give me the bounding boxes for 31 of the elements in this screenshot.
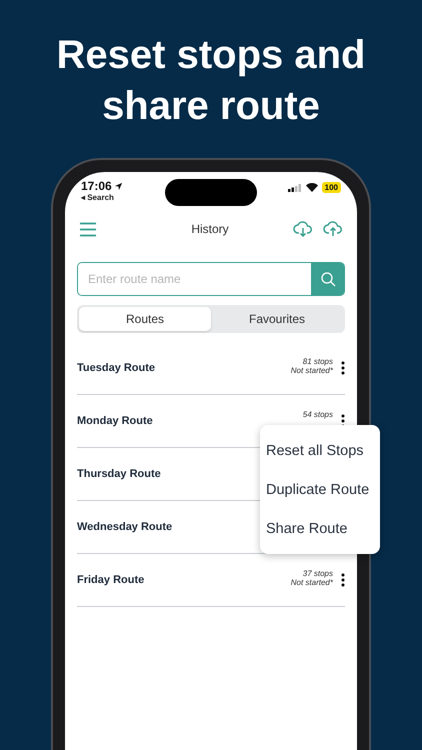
headline: Reset stops and share route (56, 32, 366, 130)
route-name[interactable]: Friday Route (77, 574, 144, 586)
wifi-icon (306, 183, 318, 192)
tab[interactable]: Favourites (211, 307, 343, 331)
search-button[interactable] (311, 263, 344, 295)
route-name[interactable]: Wednesday Route (77, 521, 172, 533)
battery-level: 100 (322, 182, 341, 193)
screen-title: History (191, 222, 229, 236)
menu-icon[interactable] (79, 222, 97, 236)
search-icon (320, 271, 336, 287)
route-status: Not started* (290, 366, 333, 375)
stop-count: 37 stops (302, 569, 333, 578)
clock-time: 17:06 (81, 179, 112, 193)
cloud-upload-icon[interactable] (323, 221, 343, 237)
stop-count: 81 stops (302, 357, 333, 366)
route-status: Not started* (290, 578, 333, 587)
stop-count: 54 stops (302, 410, 333, 419)
menu-item[interactable]: Reset all Stops (260, 431, 380, 470)
menu-item[interactable]: Duplicate Route (260, 470, 380, 509)
route-name[interactable]: Tuesday Route (77, 362, 156, 374)
more-options-icon[interactable] (341, 361, 345, 375)
signal-icon (288, 184, 302, 192)
search-field[interactable]: Enter route name (77, 262, 345, 296)
route-name[interactable]: Monday Route (77, 415, 153, 427)
tab[interactable]: Routes (79, 307, 211, 331)
more-options-icon[interactable] (341, 573, 345, 587)
cloud-download-icon[interactable] (293, 221, 313, 237)
menu-item[interactable]: Share Route (260, 509, 380, 548)
back-link[interactable]: ◂ Search (81, 193, 123, 202)
location-arrow-icon (114, 182, 123, 190)
route-name[interactable]: Thursday Route (77, 468, 161, 480)
